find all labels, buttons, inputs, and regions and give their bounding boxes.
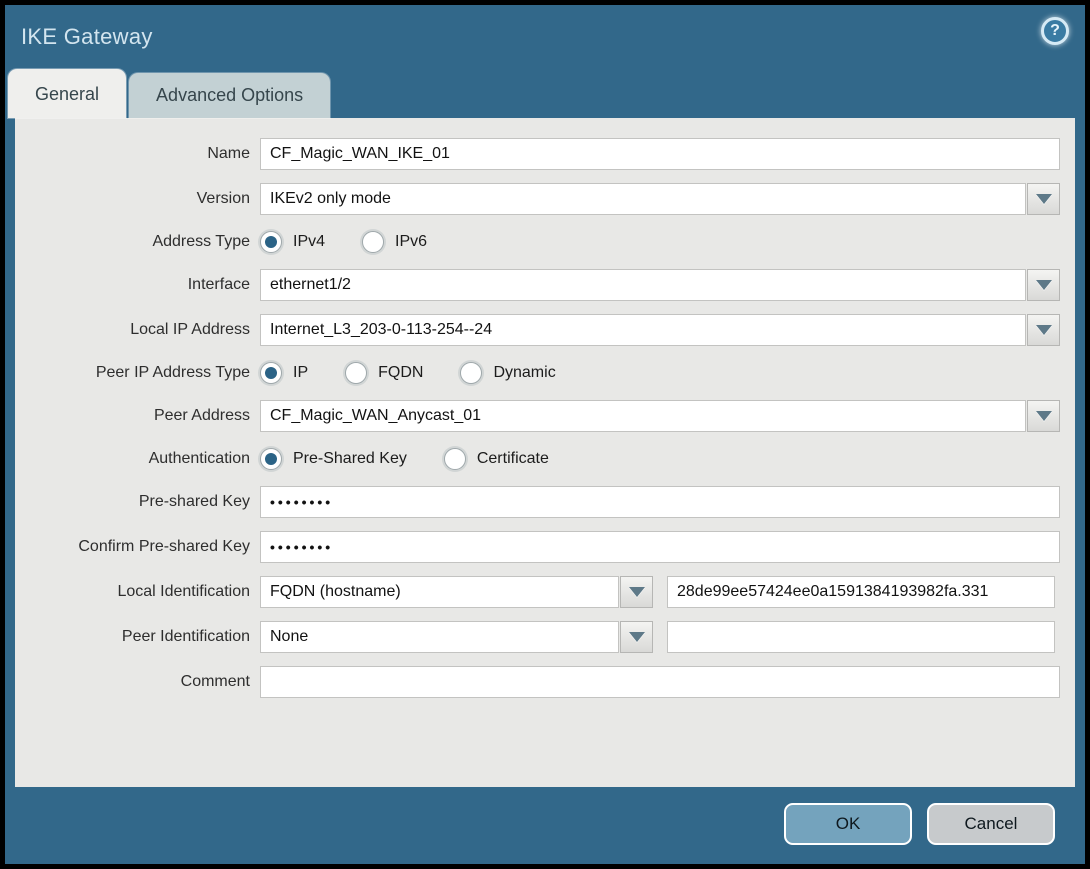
form-row-name: Name bbox=[15, 138, 1075, 170]
name-input[interactable] bbox=[260, 138, 1060, 170]
chevron-down-icon[interactable] bbox=[1027, 400, 1060, 432]
general-tab-panel: Name Version IKEv2 only mode Address Typ… bbox=[15, 118, 1075, 787]
chevron-down-icon bbox=[1035, 280, 1052, 290]
tab-general[interactable]: General bbox=[8, 69, 127, 118]
local-ip-label: Local IP Address bbox=[130, 321, 250, 338]
form-row-confirm-pre-shared-key: Confirm Pre-shared Key bbox=[15, 531, 1075, 563]
ok-button[interactable]: OK bbox=[784, 803, 912, 845]
form-row-comment: Comment bbox=[15, 666, 1075, 698]
local-identification-label: Local Identification bbox=[117, 583, 250, 600]
radio-button[interactable] bbox=[460, 362, 483, 384]
local-identification-value-input[interactable] bbox=[667, 576, 1055, 608]
address-type-label: Address Type bbox=[152, 233, 250, 250]
comment-input[interactable] bbox=[260, 666, 1060, 698]
radio-button[interactable] bbox=[260, 448, 282, 470]
radio-option-label: Dynamic bbox=[493, 364, 556, 381]
peer-identification-value-input[interactable] bbox=[667, 621, 1055, 653]
radio-option-ipv6[interactable]: IPv6 bbox=[362, 231, 427, 253]
interface-label: Interface bbox=[187, 276, 250, 293]
radio-button[interactable] bbox=[260, 231, 282, 253]
name-label: Name bbox=[207, 145, 250, 162]
ike-gateway-dialog: IKE Gateway ? General Advanced Options N… bbox=[5, 5, 1085, 864]
form-row-authentication: Authentication Pre-Shared Key Certificat… bbox=[15, 445, 1075, 473]
dialog-title: IKE Gateway bbox=[21, 24, 153, 49]
local-identification-type-dropdown[interactable]: FQDN (hostname) bbox=[260, 576, 653, 608]
dialog-title-bar: IKE Gateway ? bbox=[5, 5, 1085, 69]
peer-address-dropdown-value[interactable]: CF_Magic_WAN_Anycast_01 bbox=[260, 400, 1026, 432]
authentication-label: Authentication bbox=[148, 450, 250, 467]
chevron-down-icon[interactable] bbox=[1027, 269, 1060, 301]
chevron-down-icon bbox=[628, 587, 645, 597]
peer-address-dropdown[interactable]: CF_Magic_WAN_Anycast_01 bbox=[260, 400, 1060, 432]
peer-identification-type-dropdown[interactable]: None bbox=[260, 621, 653, 653]
radio-option-dynamic[interactable]: Dynamic bbox=[460, 362, 556, 384]
local-ip-dropdown-value[interactable]: Internet_L3_203-0-113-254--24 bbox=[260, 314, 1026, 346]
form-row-version: Version IKEv2 only mode bbox=[15, 183, 1075, 215]
interface-dropdown-value[interactable]: ethernet1/2 bbox=[260, 269, 1026, 301]
chevron-down-icon bbox=[1035, 194, 1052, 204]
interface-dropdown[interactable]: ethernet1/2 bbox=[260, 269, 1060, 301]
radio-option-ipv4[interactable]: IPv4 bbox=[260, 231, 325, 253]
radio-option-label: IP bbox=[293, 364, 309, 381]
chevron-down-icon[interactable] bbox=[620, 576, 653, 608]
comment-label: Comment bbox=[180, 673, 250, 690]
radio-option-pre-shared-key[interactable]: Pre-Shared Key bbox=[260, 448, 407, 470]
radio-button[interactable] bbox=[260, 362, 282, 384]
radio-option-ip[interactable]: IP bbox=[260, 362, 308, 384]
version-dropdown-value[interactable]: IKEv2 only mode bbox=[260, 183, 1026, 215]
pre-shared-key-label: Pre-shared Key bbox=[138, 493, 250, 510]
cancel-button[interactable]: Cancel bbox=[927, 803, 1055, 845]
radio-option-label: FQDN bbox=[378, 364, 424, 381]
tab-bar: General Advanced Options bbox=[5, 69, 1085, 118]
form-row-pre-shared-key: Pre-shared Key bbox=[15, 486, 1075, 518]
help-icon[interactable]: ? bbox=[1041, 17, 1069, 45]
radio-option-label: IPv6 bbox=[395, 233, 428, 250]
radio-option-fqdn[interactable]: FQDN bbox=[345, 362, 423, 384]
form-row-local-identification: Local Identification FQDN (hostname) bbox=[15, 576, 1075, 608]
chevron-down-icon[interactable] bbox=[1027, 314, 1060, 346]
radio-button[interactable] bbox=[345, 362, 368, 384]
form-row-peer-ip-type: Peer IP Address Type IP FQDN Dynamic bbox=[15, 359, 1075, 387]
radio-option-label: Pre-Shared Key bbox=[293, 450, 407, 467]
peer-ip-type-label: Peer IP Address Type bbox=[95, 364, 250, 381]
peer-identification-label: Peer Identification bbox=[121, 628, 250, 645]
peer-identification-type-value[interactable]: None bbox=[260, 621, 619, 653]
tab-advanced-options[interactable]: Advanced Options bbox=[129, 73, 331, 118]
dialog-footer: OK Cancel bbox=[5, 787, 1085, 864]
pre-shared-key-input[interactable] bbox=[260, 486, 1060, 518]
radio-button[interactable] bbox=[362, 231, 385, 253]
version-label: Version bbox=[196, 190, 250, 207]
chevron-down-icon bbox=[1035, 411, 1052, 421]
local-ip-dropdown[interactable]: Internet_L3_203-0-113-254--24 bbox=[260, 314, 1060, 346]
radio-button[interactable] bbox=[443, 448, 466, 470]
radio-option-label: Certificate bbox=[476, 450, 549, 467]
radio-option-label: IPv4 bbox=[293, 233, 326, 250]
form-row-local-ip: Local IP Address Internet_L3_203-0-113-2… bbox=[15, 314, 1075, 346]
chevron-down-icon[interactable] bbox=[620, 621, 653, 653]
chevron-down-icon[interactable] bbox=[1027, 183, 1060, 215]
form-row-interface: Interface ethernet1/2 bbox=[15, 269, 1075, 301]
form-row-address-type: Address Type IPv4 IPv6 bbox=[15, 228, 1075, 256]
local-identification-type-value[interactable]: FQDN (hostname) bbox=[260, 576, 619, 608]
confirm-pre-shared-key-input[interactable] bbox=[260, 531, 1060, 563]
version-dropdown[interactable]: IKEv2 only mode bbox=[260, 183, 1060, 215]
radio-option-certificate[interactable]: Certificate bbox=[443, 448, 549, 470]
peer-address-label: Peer Address bbox=[153, 407, 250, 424]
chevron-down-icon bbox=[1035, 325, 1052, 335]
chevron-down-icon bbox=[628, 632, 645, 642]
confirm-pre-shared-key-label: Confirm Pre-shared Key bbox=[78, 538, 250, 555]
form-row-peer-address: Peer Address CF_Magic_WAN_Anycast_01 bbox=[15, 400, 1075, 432]
form-row-peer-identification: Peer Identification None bbox=[15, 621, 1075, 653]
